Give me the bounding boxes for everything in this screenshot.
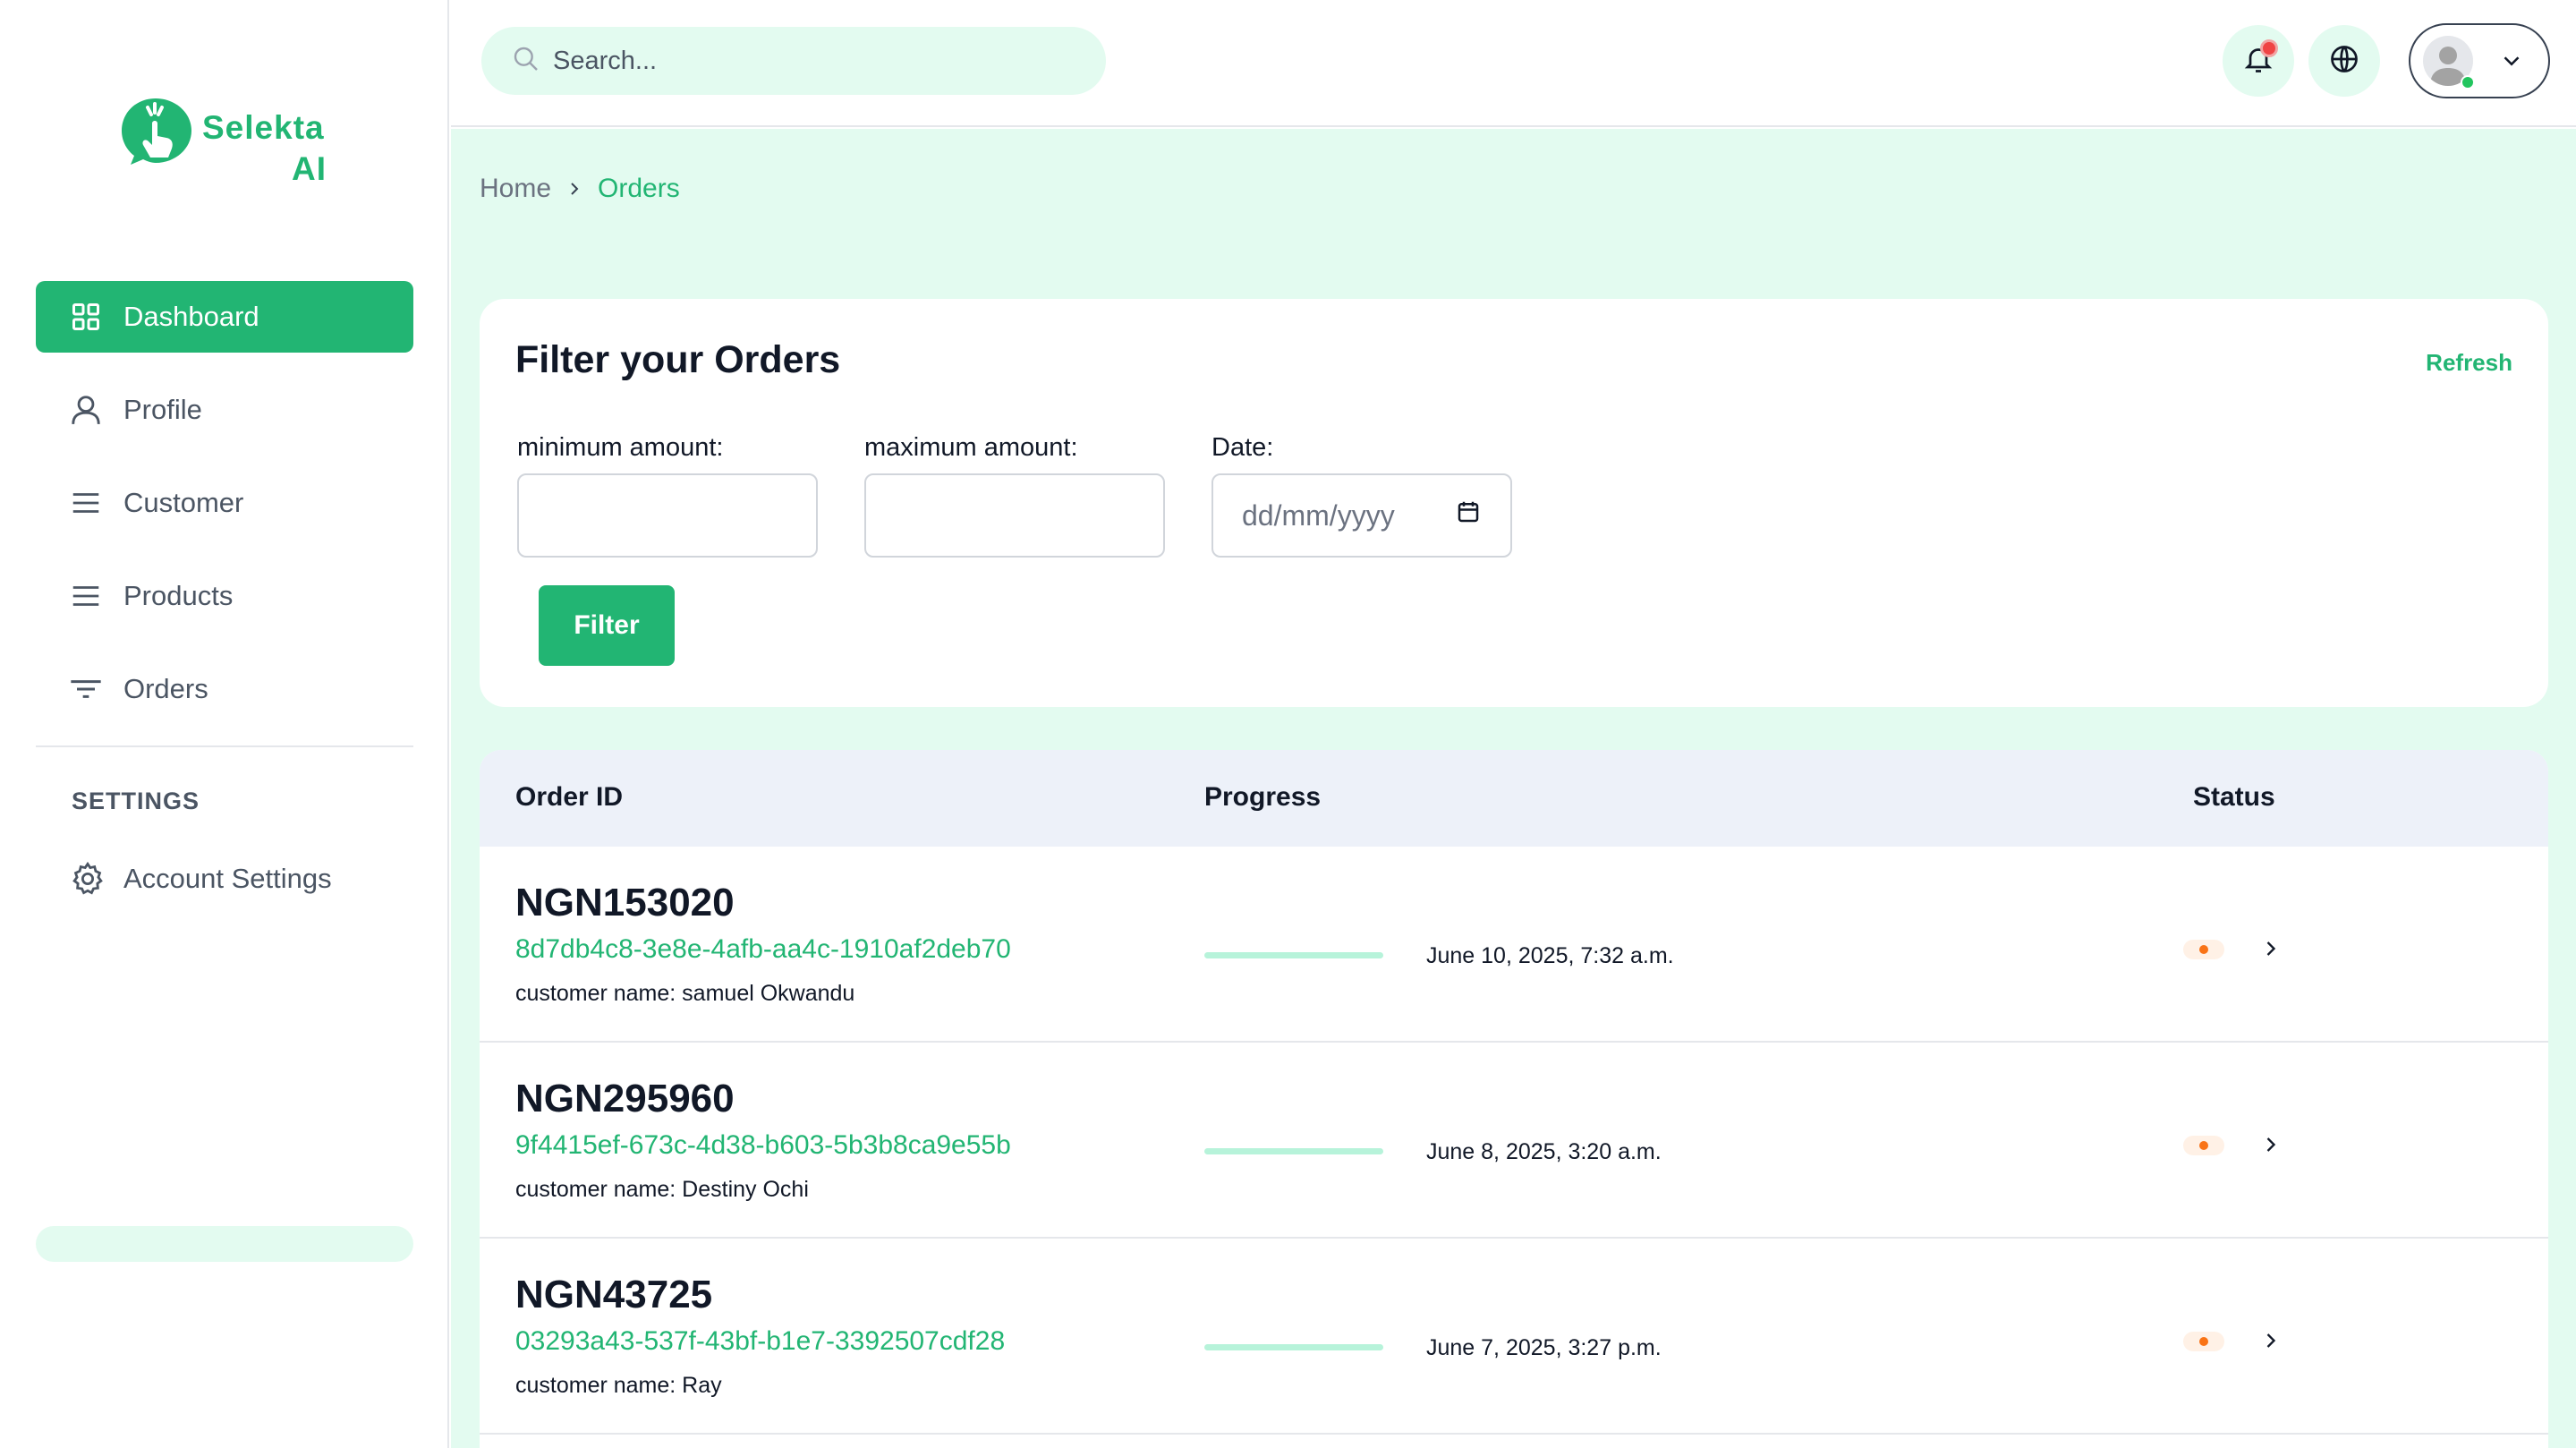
sidebar-item-label: Dashboard (123, 301, 259, 332)
brand-logo[interactable]: Selekta AI (120, 95, 335, 193)
order-date: June 10, 2025, 7:32 a.m. (1426, 943, 1674, 968)
order-uuid[interactable]: 03293a43-537f-43bf-b1e7-3392507cdf28 (515, 1326, 1005, 1357)
calendar-icon[interactable] (1455, 498, 1482, 532)
search-box[interactable] (481, 27, 1106, 95)
brand-name: Selekta (202, 109, 325, 146)
table-row[interactable]: NGN295960 9f4415ef-673c-4d38-b603-5b3b8c… (480, 1043, 2548, 1239)
column-header-order-id: Order ID (515, 782, 624, 812)
sidebar-item-account-settings[interactable]: Account Settings (36, 843, 413, 915)
customer-name: customer name: samuel Okwandu (515, 981, 855, 1006)
top-header (451, 0, 2576, 127)
user-icon (68, 392, 104, 428)
sidebar-item-dashboard[interactable]: Dashboard (36, 281, 413, 353)
status-dot-icon (2199, 1337, 2208, 1346)
order-uuid[interactable]: 9f4415ef-673c-4d38-b603-5b3b8ca9e55b (515, 1130, 1011, 1161)
chevron-right-icon[interactable] (2255, 1129, 2287, 1161)
sidebar-item-orders[interactable]: Orders (36, 653, 413, 725)
orders-table: Order ID Progress Status NGN153020 8d7db… (480, 750, 2548, 1448)
column-header-progress: Progress (1204, 782, 1322, 812)
date-placeholder: dd/mm/yyyy (1242, 498, 1395, 532)
customer-name: customer name: Destiny Ochi (515, 1177, 809, 1202)
date-input[interactable]: dd/mm/yyyy (1211, 473, 1512, 558)
order-id: NGN43725 (515, 1273, 713, 1316)
filter-card: Filter your Orders Refresh minimum amoun… (480, 299, 2548, 707)
sidebar-item-label: Profile (123, 394, 202, 425)
table-row[interactable]: NGN153020 8d7db4c8-3e8e-4afb-aa4c-1910af… (480, 847, 2548, 1043)
globe-icon (2328, 43, 2360, 80)
max-amount-field: maximum amount: (864, 433, 1165, 558)
customer-name: customer name: Ray (515, 1373, 722, 1398)
filter-button[interactable]: Filter (539, 585, 675, 666)
status-dot-icon (2199, 945, 2208, 954)
refresh-button[interactable]: Refresh (2426, 349, 2512, 377)
status-dot-icon (2199, 1141, 2208, 1150)
menu-icon (68, 485, 104, 521)
chevron-right-icon[interactable] (2255, 933, 2287, 965)
chevron-right-icon (564, 178, 585, 200)
order-uuid[interactable]: 8d7db4c8-3e8e-4afb-aa4c-1910af2deb70 (515, 934, 1011, 965)
filter-icon (68, 671, 104, 707)
progress-bar (1204, 1148, 1383, 1154)
search-input[interactable] (553, 46, 1054, 76)
min-amount-label: minimum amount: (517, 433, 724, 462)
max-amount-input[interactable] (864, 473, 1165, 558)
sidebar-nav: Dashboard Profile Customer Products Orde… (36, 281, 413, 746)
status-indicator (2183, 1136, 2224, 1155)
sidebar-item-label: Customer (123, 487, 244, 518)
breadcrumb-home[interactable]: Home (480, 174, 551, 204)
settings-item-label: Account Settings (123, 863, 332, 894)
language-button[interactable] (2308, 25, 2380, 97)
sidebar-item-products[interactable]: Products (36, 560, 413, 632)
column-header-status: Status (2193, 782, 2275, 812)
user-menu-button[interactable] (2409, 23, 2550, 98)
settings-heading: SETTINGS (72, 788, 200, 814)
sidebar-item-customer[interactable]: Customer (36, 467, 413, 539)
sidebar-item-profile[interactable]: Profile (36, 374, 413, 446)
notifications-button[interactable] (2223, 25, 2294, 97)
order-date: June 8, 2025, 3:20 a.m. (1426, 1139, 1662, 1164)
gear-icon (68, 859, 107, 899)
progress-bar (1204, 952, 1383, 958)
table-row[interactable]: NGN43725 03293a43-537f-43bf-b1e7-3392507… (480, 1239, 2548, 1435)
main-content: Home Orders Filter your Orders Refresh m… (451, 129, 2576, 1448)
breadcrumb: Home Orders (480, 174, 680, 204)
sidebar-item-label: Orders (123, 673, 208, 704)
brand-name-suffix: AI (292, 150, 327, 187)
sidebar: Selekta AI Dashboard Profile Customer Pr… (0, 0, 449, 1448)
breadcrumb-current: Orders (598, 174, 680, 203)
online-status-dot (2461, 75, 2475, 89)
min-amount-input[interactable] (517, 473, 818, 558)
chevron-down-icon (2498, 47, 2525, 74)
status-indicator (2183, 1332, 2224, 1351)
date-field: Date: dd/mm/yyyy (1211, 433, 1512, 558)
order-id: NGN153020 (515, 881, 735, 924)
order-date: June 7, 2025, 3:27 p.m. (1426, 1335, 1662, 1360)
logo-hand-icon (122, 98, 191, 165)
status-indicator (2183, 940, 2224, 959)
progress-bar (1204, 1344, 1383, 1350)
sidebar-divider (36, 745, 413, 747)
sidebar-footer-bar (36, 1226, 413, 1262)
grid-icon (68, 299, 104, 335)
min-amount-field: minimum amount: (517, 433, 818, 558)
search-icon (512, 45, 540, 78)
menu-icon (68, 578, 104, 614)
max-amount-label: maximum amount: (864, 433, 1078, 462)
order-id: NGN295960 (515, 1077, 735, 1120)
notification-badge (2260, 39, 2278, 57)
date-label: Date: (1211, 433, 1274, 462)
filter-title: Filter your Orders (515, 338, 841, 381)
sidebar-item-label: Products (123, 580, 234, 611)
chevron-right-icon[interactable] (2255, 1324, 2287, 1357)
table-header: Order ID Progress Status (480, 750, 2548, 847)
